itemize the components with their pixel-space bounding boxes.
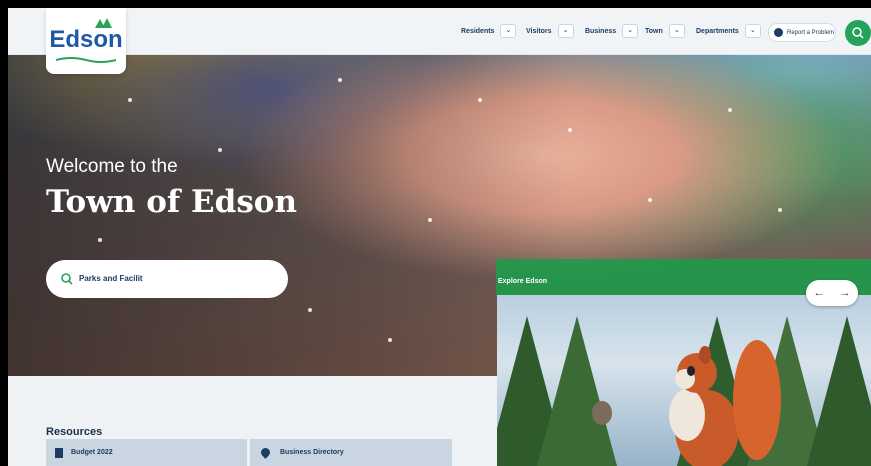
site-logo[interactable]: Edson — [46, 8, 126, 74]
chevron-down-icon[interactable]: ⌄ — [622, 24, 639, 38]
resource-label: Business Directory — [280, 449, 344, 456]
welcome-title: Town of Edson — [46, 184, 297, 220]
search-icon — [852, 27, 864, 39]
report-problem-button[interactable]: Report a Problem — [768, 23, 836, 42]
alert-icon — [774, 28, 783, 37]
resources-title: Resources — [46, 426, 103, 438]
page: Residents ⌄ Visitors ⌄ Business ⌄ Town ⌄… — [8, 8, 871, 466]
resource-business-directory[interactable]: Business Directory — [250, 439, 452, 466]
squirrel-statue — [592, 340, 781, 466]
report-label: Report a Problem — [787, 29, 835, 36]
chevron-down-icon[interactable]: ⌄ — [668, 24, 685, 38]
nav-label: Town — [645, 27, 663, 35]
nav-label: Residents — [461, 27, 495, 35]
wave-icon — [56, 57, 116, 63]
map-pin-icon — [259, 446, 272, 459]
search-icon — [61, 273, 73, 285]
carousel-arrows: ← → — [806, 280, 858, 306]
nav-town[interactable]: Town ⌄ — [645, 22, 685, 40]
chevron-down-icon[interactable]: ⌄ — [557, 24, 574, 38]
nav-label: Business — [585, 27, 617, 35]
arrow-left-icon[interactable]: ← — [814, 287, 825, 299]
site-header: Residents ⌄ Visitors ⌄ Business ⌄ Town ⌄… — [8, 8, 871, 55]
search-button[interactable] — [845, 20, 871, 46]
explore-label: Explore Edson — [498, 278, 548, 285]
nav-label: Departments — [696, 27, 739, 35]
hero-search-input[interactable]: Parks and Facilit — [46, 260, 288, 298]
resource-label: Budget 2022 — [71, 449, 113, 456]
nav-business[interactable]: Business ⌄ — [585, 22, 639, 40]
search-value: Parks and Facilit — [79, 274, 143, 283]
arrow-right-icon[interactable]: → — [840, 287, 851, 299]
chevron-down-icon[interactable]: ⌄ — [500, 24, 517, 38]
nav-visitors[interactable]: Visitors ⌄ — [526, 22, 574, 40]
nav-residents[interactable]: Residents ⌄ — [461, 22, 517, 40]
chevron-down-icon[interactable]: ⌄ — [744, 24, 761, 38]
welcome-subtitle: Welcome to the — [46, 156, 178, 177]
nav-departments[interactable]: Departments ⌄ — [696, 22, 761, 40]
logo-text: Edson — [49, 26, 123, 53]
nav-label: Visitors — [526, 27, 552, 35]
resource-budget-2022[interactable]: Budget 2022 — [46, 439, 247, 466]
document-icon — [55, 447, 63, 458]
explore-image — [497, 295, 871, 466]
